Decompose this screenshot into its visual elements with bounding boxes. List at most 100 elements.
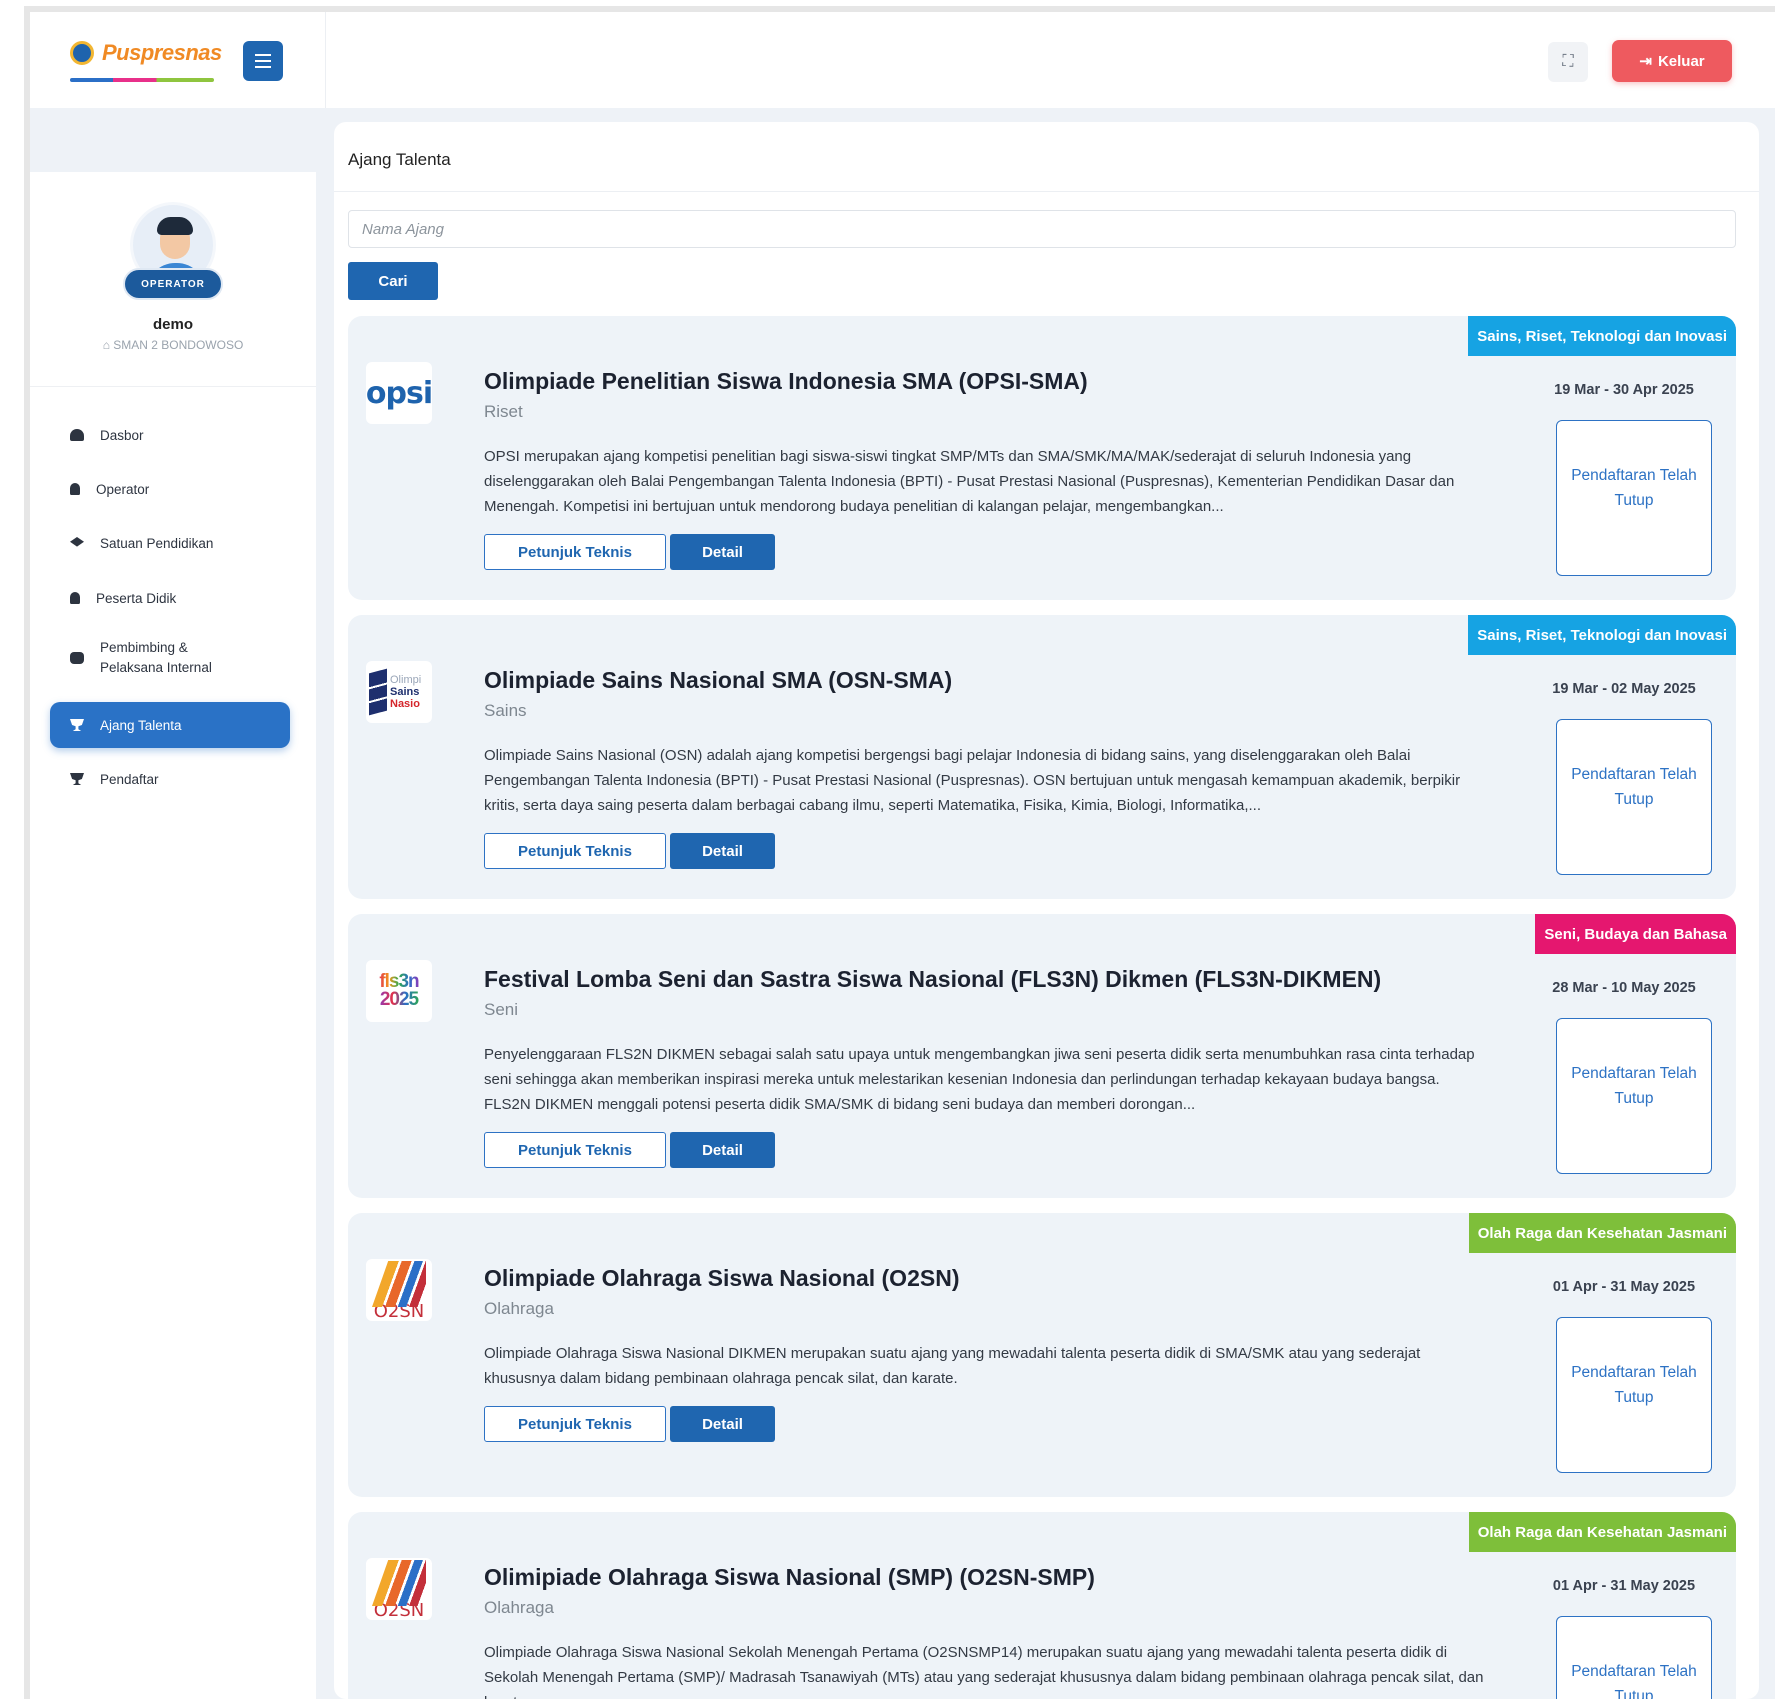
logout-label: Keluar bbox=[1657, 52, 1705, 70]
user-name: demo bbox=[152, 316, 193, 333]
juknis-button[interactable]: Petunjuk Teknis bbox=[484, 833, 666, 869]
event-card: Olah Raga dan Kesehatan Jasmani O2SN Oli… bbox=[348, 1512, 1736, 1699]
event-date: 01 Apr - 31 May 2025 bbox=[1552, 1279, 1696, 1295]
sidebar: OPERATOR demo ⌂ SMAN 2 BONDOWOSO Dasbor … bbox=[30, 172, 316, 1699]
tut-wuri-logo-icon bbox=[70, 41, 94, 65]
o2sn-logo-text: O2SN bbox=[373, 1301, 425, 1321]
osn-logo-text: Olimpi Sains Nasio bbox=[390, 674, 421, 710]
graduation-cap-icon bbox=[70, 537, 84, 547]
sidebar-item-label: Pembimbing & Pelaksana Internal bbox=[100, 640, 212, 675]
category-badge: Sains, Riset, Teknologi dan Inovasi bbox=[1468, 615, 1736, 655]
sidebar-item-label: Dasbor bbox=[100, 427, 144, 443]
event-title: Festival Lomba Seni dan Sastra Siswa Nas… bbox=[484, 966, 1382, 992]
user-icon bbox=[70, 592, 80, 604]
sidebar-item-label: Peserta Didik bbox=[96, 590, 177, 606]
event-date: 01 Apr - 31 May 2025 bbox=[1552, 1578, 1696, 1594]
event-subtitle: Sains bbox=[484, 701, 527, 720]
osn-logo-line: Olimpi bbox=[390, 674, 422, 686]
sidebar-item-pendaftar[interactable]: Pendaftar bbox=[50, 756, 290, 802]
hamburger-icon-bar bbox=[255, 60, 271, 62]
detail-button[interactable]: Detail bbox=[670, 1132, 775, 1168]
event-logo: opsi bbox=[366, 362, 432, 424]
sidebar-item-label: Ajang Talenta bbox=[100, 717, 182, 733]
users-icon bbox=[70, 652, 84, 664]
registration-status: Pendaftaran Telah Tutup bbox=[1556, 1616, 1712, 1699]
sidebar-item-dasbor[interactable]: Dasbor bbox=[50, 412, 290, 458]
event-title: Olimpiade Penelitian Siswa Indonesia SMA… bbox=[484, 368, 1088, 394]
fullscreen-button[interactable]: ⛶ bbox=[1548, 42, 1588, 82]
event-subtitle: Olahraga bbox=[484, 1299, 554, 1318]
brand-area: Puspresnas bbox=[30, 12, 326, 108]
detail-button[interactable]: Detail bbox=[670, 534, 775, 570]
search-button[interactable]: Cari bbox=[348, 262, 438, 300]
logout-button[interactable]: ⇥ Keluar bbox=[1612, 40, 1732, 82]
event-subtitle: Olahraga bbox=[484, 1598, 554, 1617]
avatar-hair bbox=[157, 217, 193, 235]
event-title: Olimpiade Olahraga Siswa Nasional (O2SN) bbox=[484, 1265, 960, 1291]
registration-status: Pendaftaran Telah Tutup bbox=[1556, 1018, 1712, 1174]
event-description: OPSI merupakan ajang kompetisi penelitia… bbox=[484, 448, 1455, 515]
event-title: Olimipiade Olahraga Siswa Nasional (SMP)… bbox=[484, 1564, 1095, 1590]
event-card: Olah Raga dan Kesehatan Jasmani O2SN Oli… bbox=[348, 1213, 1736, 1497]
event-logo: fls3n 2025 bbox=[366, 960, 432, 1022]
role-badge: OPERATOR bbox=[123, 268, 223, 300]
juknis-button[interactable]: Petunjuk Teknis bbox=[484, 534, 666, 570]
hamburger-icon-bar bbox=[255, 66, 271, 68]
event-logo: Olimpi Sains Nasio bbox=[366, 661, 432, 723]
opsi-logo-text: opsi bbox=[366, 375, 432, 411]
juknis-button[interactable]: Petunjuk Teknis bbox=[484, 1132, 666, 1168]
o2sn-logo: O2SN bbox=[372, 1560, 426, 1620]
fls3n-logo: fls3n 2025 bbox=[379, 972, 419, 1010]
user-school: ⌂ SMAN 2 BONDOWOSO bbox=[30, 338, 316, 352]
fls3n-logo-line: 2025 bbox=[379, 989, 419, 1010]
panel-header: Ajang Talenta bbox=[334, 122, 1759, 192]
registration-status: Pendaftaran Telah Tutup bbox=[1556, 1317, 1712, 1473]
category-badge: Olah Raga dan Kesehatan Jasmani bbox=[1468, 1512, 1736, 1552]
event-logo: O2SN bbox=[366, 1558, 432, 1620]
registration-status: Pendaftaran Telah Tutup bbox=[1556, 420, 1712, 576]
osn-logo-line: Nasio bbox=[390, 698, 420, 710]
puspresnas-logo[interactable]: Puspresnas bbox=[70, 40, 222, 66]
top-bar: Puspresnas ⛶ ⇥ Keluar bbox=[30, 12, 1775, 108]
o2sn-logo-mark bbox=[372, 1261, 426, 1307]
user-icon bbox=[70, 483, 80, 495]
detail-button[interactable]: Detail bbox=[670, 833, 775, 869]
user-school-label: SMAN 2 BONDOWOSO bbox=[113, 338, 244, 352]
osn-logo-line: Sains bbox=[390, 686, 420, 698]
menu-toggle-button[interactable] bbox=[243, 41, 283, 81]
hamburger-icon bbox=[255, 54, 271, 56]
event-card: Sains, Riset, Teknologi dan Inovasi opsi… bbox=[348, 316, 1736, 600]
osn-logo: Olimpi Sains Nasio bbox=[369, 668, 429, 716]
fullscreen-icon: ⛶ bbox=[1562, 53, 1574, 70]
search-input[interactable] bbox=[348, 210, 1736, 248]
sidebar-item-ajang-talenta[interactable]: Ajang Talenta bbox=[50, 702, 290, 748]
event-logo: O2SN bbox=[366, 1259, 432, 1321]
main-panel: Ajang Talenta Cari Sains, Riset, Teknolo… bbox=[334, 122, 1759, 1699]
category-badge: Seni, Budaya dan Bahasa bbox=[1535, 914, 1736, 954]
sidebar-item-satuan-pendidikan[interactable]: Satuan Pendidikan bbox=[50, 520, 290, 566]
sidebar-item-pembimbing[interactable]: Pembimbing & Pelaksana Internal bbox=[50, 630, 290, 686]
category-badge: Sains, Riset, Teknologi dan Inovasi bbox=[1468, 316, 1736, 356]
logo-text: Puspresnas bbox=[102, 40, 222, 65]
sidebar-item-label: Pendaftar bbox=[100, 771, 159, 787]
logo-underline bbox=[70, 78, 214, 82]
event-description: Olimpiade Olahraga Siswa Nasional Sekola… bbox=[484, 1644, 1484, 1699]
event-card: Seni, Budaya dan Bahasa fls3n 2025 Festi… bbox=[348, 914, 1736, 1198]
sidebar-item-label: Operator bbox=[96, 481, 150, 497]
o2sn-logo: O2SN bbox=[372, 1261, 426, 1321]
logout-icon: ⇥ bbox=[1639, 53, 1652, 70]
school-icon: ⌂ bbox=[102, 338, 114, 352]
trophy-icon bbox=[70, 719, 84, 731]
event-date: 19 Mar - 02 May 2025 bbox=[1552, 681, 1696, 697]
event-description: Olimpiade Sains Nasional (OSN) adalah aj… bbox=[484, 747, 1461, 814]
event-date: 19 Mar - 30 Apr 2025 bbox=[1554, 382, 1694, 398]
sidebar-item-operator[interactable]: Operator bbox=[50, 466, 290, 512]
sidebar-item-label: Satuan Pendidikan bbox=[100, 535, 214, 551]
o2sn-logo-mark bbox=[372, 1560, 426, 1606]
event-subtitle: Riset bbox=[484, 402, 523, 421]
page-title: Ajang Talenta bbox=[348, 150, 451, 169]
event-subtitle: Seni bbox=[484, 1000, 519, 1019]
juknis-button[interactable]: Petunjuk Teknis bbox=[484, 1406, 666, 1442]
detail-button[interactable]: Detail bbox=[670, 1406, 775, 1442]
sidebar-item-peserta-didik[interactable]: Peserta Didik bbox=[50, 575, 290, 621]
